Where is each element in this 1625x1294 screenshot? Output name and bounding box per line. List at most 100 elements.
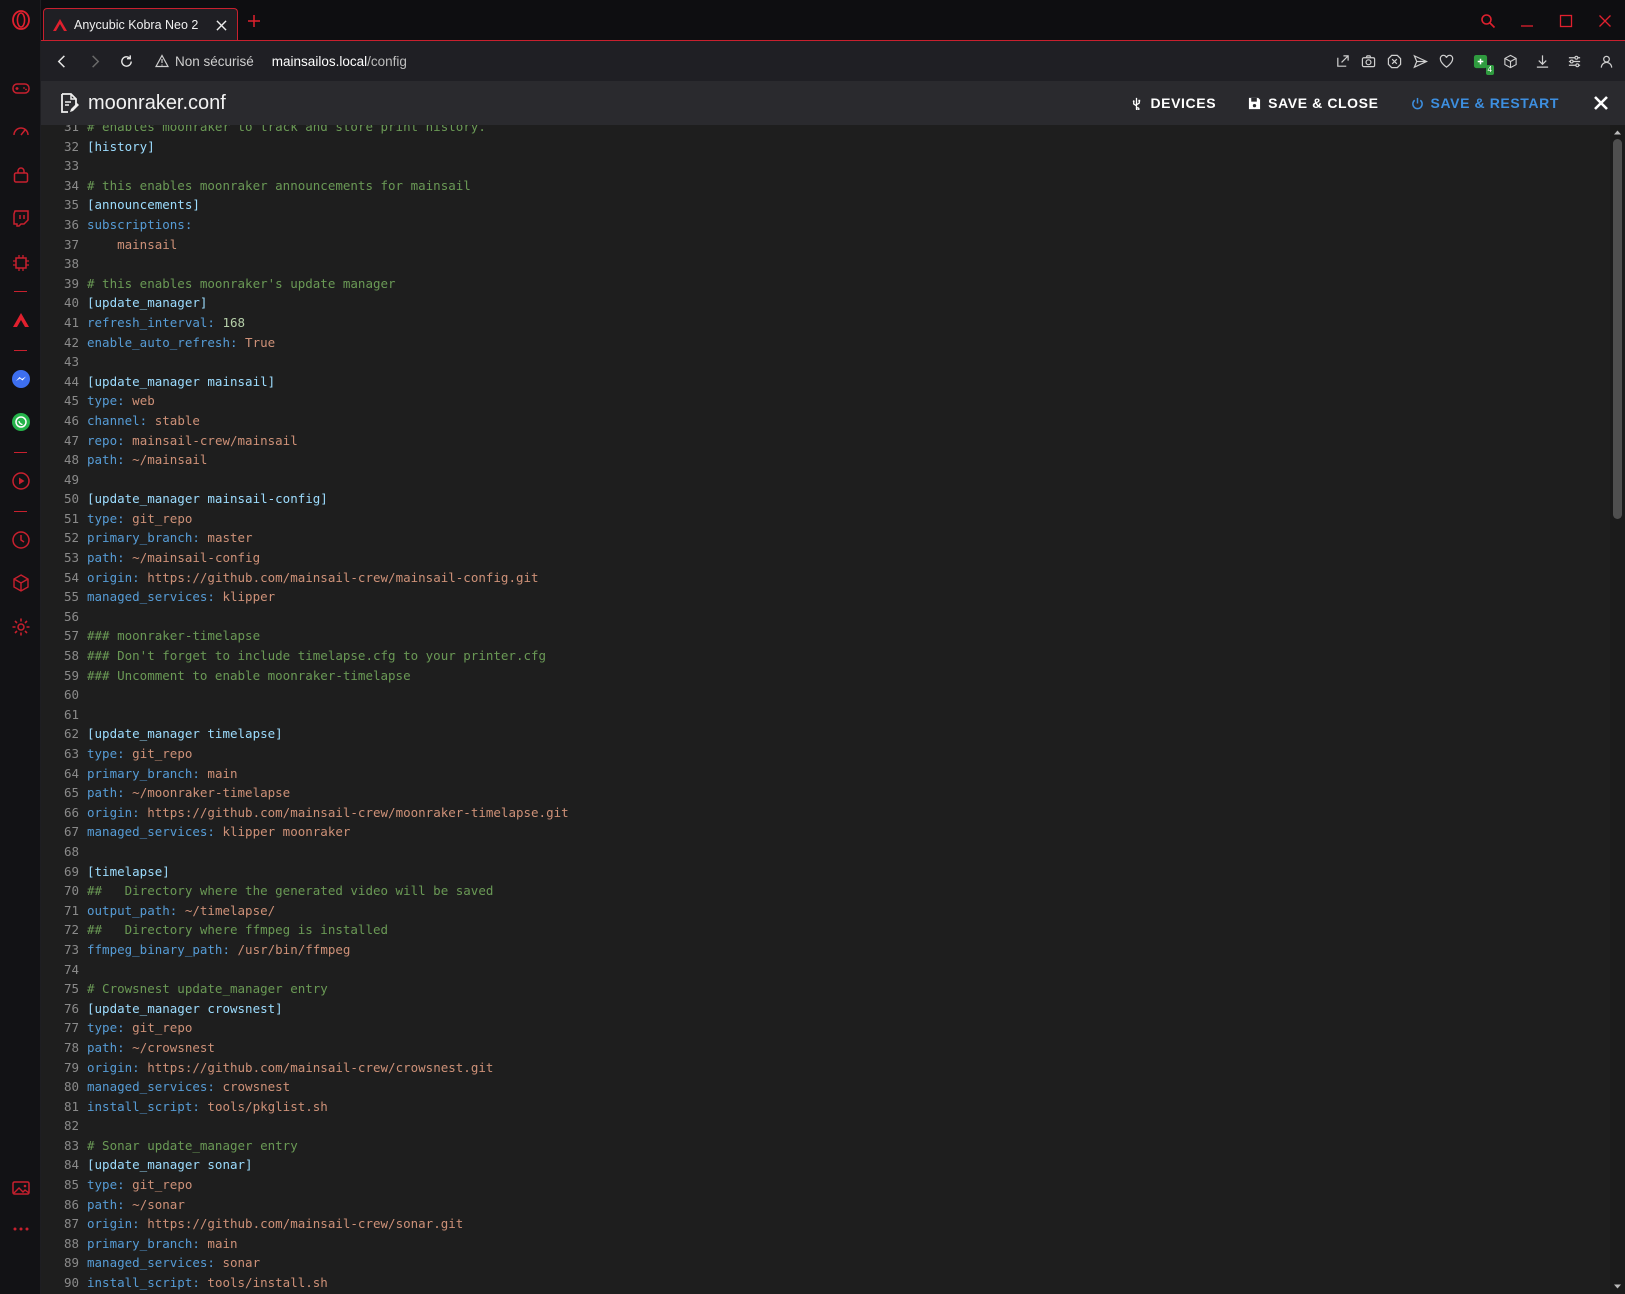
code-line[interactable]: 72 ## Directory where ffmpeg is installed xyxy=(41,920,1610,940)
scroll-down-arrow-icon[interactable] xyxy=(1613,1282,1622,1291)
code-line[interactable]: 63 type: git_repo xyxy=(41,744,1610,764)
code-line[interactable]: 54 origin: https://github.com/mainsail-cr… xyxy=(41,568,1610,588)
snapshot-camera-icon[interactable] xyxy=(1357,50,1379,72)
easy-setup-icon[interactable] xyxy=(1563,50,1585,72)
devices-button[interactable]: DEVICES xyxy=(1130,95,1216,111)
code-line[interactable]: 80 managed_services: crowsnest xyxy=(41,1077,1610,1097)
more-options-icon[interactable] xyxy=(10,1218,32,1240)
whatsapp-icon[interactable] xyxy=(10,411,32,433)
code-line[interactable]: 55 managed_services: klipper xyxy=(41,587,1610,607)
code-line[interactable]: 89 managed_services: sonar xyxy=(41,1253,1610,1273)
code-line[interactable]: 35 [announcements] xyxy=(41,195,1610,215)
code-line[interactable]: 83 # Sonar update_manager entry xyxy=(41,1136,1610,1156)
code-line[interactable]: 85 type: git_repo xyxy=(41,1175,1610,1195)
save-restart-button[interactable]: SAVE & RESTART xyxy=(1411,95,1559,111)
shopping-bag-icon[interactable] xyxy=(10,164,32,186)
send-icon[interactable] xyxy=(1409,50,1431,72)
code-line[interactable]: 43 xyxy=(41,352,1610,372)
gamepad-icon[interactable] xyxy=(10,77,32,99)
code-line[interactable]: 87 origin: https://github.com/mainsail-cr… xyxy=(41,1214,1610,1234)
new-tab-button[interactable] xyxy=(244,13,264,33)
code-line[interactable]: 56 xyxy=(41,607,1610,627)
code-line[interactable]: 68 xyxy=(41,842,1610,862)
code-line[interactable]: 86 path: ~/sonar xyxy=(41,1195,1610,1215)
code-line[interactable]: 82 xyxy=(41,1116,1610,1136)
code-line[interactable]: 53 path: ~/mainsail-config xyxy=(41,548,1610,568)
download-icon[interactable] xyxy=(1531,50,1553,72)
code-line[interactable]: 77 type: git_repo xyxy=(41,1018,1610,1038)
messenger-icon[interactable] xyxy=(10,368,32,390)
code-line[interactable]: 74 xyxy=(41,960,1610,980)
code-line[interactable]: 45 type: web xyxy=(41,391,1610,411)
heart-icon[interactable] xyxy=(1435,50,1457,72)
security-indicator[interactable]: Non sécurisé xyxy=(155,54,254,69)
code-line[interactable]: 40 [update_manager] xyxy=(41,293,1610,313)
code-line[interactable]: 64 primary_branch: main xyxy=(41,764,1610,784)
extensions-cube-icon[interactable] xyxy=(1499,50,1521,72)
back-button[interactable] xyxy=(49,48,75,74)
maximize-icon[interactable] xyxy=(1555,10,1577,32)
anycubic-icon[interactable] xyxy=(10,309,32,331)
history-clock-icon[interactable] xyxy=(10,529,32,551)
extension-icon[interactable]: 4 xyxy=(1469,50,1494,75)
speedometer-icon[interactable] xyxy=(10,120,32,142)
code-line[interactable]: 57 ### moonraker-timelapse xyxy=(41,626,1610,646)
code-editor[interactable]: 31 # enables moonraker to track and store… xyxy=(41,125,1625,1294)
code-line[interactable]: 34 # this enables moonraker announcements… xyxy=(41,176,1610,196)
code-line[interactable]: 42 enable_auto_refresh: True xyxy=(41,333,1610,353)
code-line[interactable]: 67 managed_services: klipper moonraker xyxy=(41,822,1610,842)
opera-logo-icon[interactable] xyxy=(10,9,32,31)
search-tabs-icon[interactable] xyxy=(1477,10,1499,32)
scroll-up-arrow-icon[interactable] xyxy=(1613,128,1622,137)
code-line[interactable]: 75 # Crowsnest update_manager entry xyxy=(41,979,1610,999)
code-line[interactable]: 46 channel: stable xyxy=(41,411,1610,431)
share-icon[interactable] xyxy=(1331,50,1353,72)
code-line[interactable]: 41 refresh_interval: 168 xyxy=(41,313,1610,333)
scrollbar-thumb[interactable] xyxy=(1613,139,1622,519)
code-line[interactable]: 73 ffmpeg_binary_path: /usr/bin/ffmpeg xyxy=(41,940,1610,960)
minimize-icon[interactable] xyxy=(1516,10,1538,32)
cube-icon[interactable] xyxy=(10,572,32,594)
music-player-icon[interactable] xyxy=(10,470,32,492)
reload-button[interactable] xyxy=(113,48,139,74)
code-line[interactable]: 60 xyxy=(41,685,1610,705)
code-line[interactable]: 84 [update_manager sonar] xyxy=(41,1155,1610,1175)
close-editor-button[interactable] xyxy=(1591,93,1611,113)
code-line[interactable]: 50 [update_manager mainsail-config] xyxy=(41,489,1610,509)
gallery-icon[interactable] xyxy=(10,1177,32,1199)
browser-tab[interactable]: Anycubic Kobra Neo 2 xyxy=(43,8,238,41)
code-line[interactable]: 71 output_path: ~/timelapse/ xyxy=(41,901,1610,921)
code-line[interactable]: 76 [update_manager crowsnest] xyxy=(41,999,1610,1019)
code-line[interactable]: 36 subscriptions: xyxy=(41,215,1610,235)
code-line[interactable]: 61 xyxy=(41,705,1610,725)
code-line[interactable]: 62 [update_manager timelapse] xyxy=(41,724,1610,744)
code-line[interactable]: 58 ### Don't forget to include timelapse.… xyxy=(41,646,1610,666)
code-line[interactable]: 33 xyxy=(41,156,1610,176)
twitch-icon[interactable] xyxy=(10,207,32,229)
forward-button[interactable] xyxy=(81,48,107,74)
code-line[interactable]: 37 mainsail xyxy=(41,235,1610,255)
code-line[interactable]: 66 origin: https://github.com/mainsail-cr… xyxy=(41,803,1610,823)
tab-close-icon[interactable] xyxy=(213,17,229,33)
adblock-icon[interactable] xyxy=(1383,50,1405,72)
code-line[interactable]: 88 primary_branch: main xyxy=(41,1234,1610,1254)
code-line[interactable]: 70 ## Directory where the generated video… xyxy=(41,881,1610,901)
code-line[interactable]: 49 xyxy=(41,470,1610,490)
profile-icon[interactable] xyxy=(1595,50,1617,72)
code-line[interactable]: 69 [timelapse] xyxy=(41,862,1610,882)
code-line[interactable]: 48 path: ~/mainsail xyxy=(41,450,1610,470)
code-line[interactable]: 78 path: ~/crowsnest xyxy=(41,1038,1610,1058)
code-line[interactable]: 52 primary_branch: master xyxy=(41,528,1610,548)
code-line[interactable]: 38 xyxy=(41,254,1610,274)
code-line[interactable]: 47 repo: mainsail-crew/mainsail xyxy=(41,431,1610,451)
settings-gear-icon[interactable] xyxy=(10,616,32,638)
chip-icon[interactable] xyxy=(10,252,32,274)
code-line[interactable]: 39 # this enables moonraker's update mana… xyxy=(41,274,1610,294)
save-close-button[interactable]: SAVE & CLOSE xyxy=(1248,95,1378,111)
code-line[interactable]: 90 install_script: tools/install.sh xyxy=(41,1273,1610,1293)
code-line[interactable]: 65 path: ~/moonraker-timelapse xyxy=(41,783,1610,803)
code-line[interactable]: 81 install_script: tools/pkglist.sh xyxy=(41,1097,1610,1117)
code-line[interactable]: 59 ### Uncomment to enable moonraker-time… xyxy=(41,666,1610,686)
code-line[interactable]: 44 [update_manager mainsail] xyxy=(41,372,1610,392)
window-close-icon[interactable] xyxy=(1594,10,1616,32)
